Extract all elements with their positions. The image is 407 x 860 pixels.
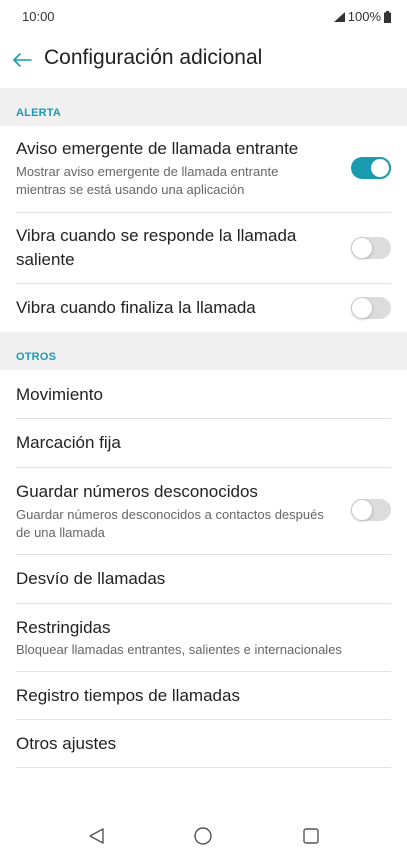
vibrate-end-toggle[interactable] bbox=[351, 297, 391, 319]
nav-recents-button[interactable] bbox=[293, 818, 329, 854]
circle-home-icon bbox=[194, 827, 212, 845]
status-indicators: 100% bbox=[333, 9, 391, 24]
setting-subtitle: Mostrar aviso emergente de llamada entra… bbox=[16, 164, 279, 197]
setting-otros-ajustes[interactable]: Otros ajustes bbox=[0, 720, 407, 768]
setting-desvio-llamadas[interactable]: Desvío de llamadas bbox=[0, 555, 407, 603]
setting-title: Restringidas bbox=[16, 618, 111, 637]
section-title-otros: OTROS bbox=[16, 351, 57, 363]
incoming-popup-toggle[interactable] bbox=[351, 157, 391, 179]
divider bbox=[16, 767, 391, 768]
arrow-left-icon bbox=[13, 53, 32, 67]
status-time: 10:00 bbox=[22, 9, 55, 24]
toggle-knob bbox=[369, 157, 391, 179]
setting-title: Guardar números desconocidos bbox=[16, 482, 258, 501]
setting-marcacion-fija[interactable]: Marcación fija bbox=[0, 419, 407, 467]
toggle-knob bbox=[351, 297, 373, 319]
setting-title: Vibra cuando finaliza la llamada bbox=[16, 298, 256, 317]
setting-title: Desvío de llamadas bbox=[16, 569, 166, 588]
app-bar: Configuración adicional bbox=[0, 32, 407, 88]
square-recents-icon bbox=[303, 828, 319, 844]
setting-incoming-call-popup[interactable]: Aviso emergente de llamada entrante Most… bbox=[0, 126, 407, 212]
battery-icon bbox=[384, 10, 391, 23]
setting-restringidas[interactable]: Restringidas Bloquear llamadas entrantes… bbox=[0, 604, 407, 671]
setting-registro-tiempos[interactable]: Registro tiempos de llamadas bbox=[0, 672, 407, 720]
section-title-alerta: ALERTA bbox=[16, 107, 61, 119]
page-title: Configuración adicional bbox=[44, 46, 263, 69]
setting-title: Marcación fija bbox=[16, 433, 121, 452]
battery-level: 100% bbox=[347, 9, 381, 24]
vibrate-answered-toggle[interactable] bbox=[351, 237, 391, 259]
section-header-otros: OTROS bbox=[0, 332, 407, 370]
setting-title: Registro tiempos de llamadas bbox=[16, 686, 240, 705]
setting-title: Otros ajustes bbox=[16, 734, 117, 753]
section-header-alerta: ALERTA bbox=[0, 88, 407, 126]
status-bar: 10:00 100% bbox=[0, 0, 407, 32]
navigation-bar bbox=[0, 808, 407, 860]
triangle-back-icon bbox=[89, 828, 104, 844]
save-unknown-toggle[interactable] bbox=[351, 499, 391, 521]
nav-back-button[interactable] bbox=[78, 818, 114, 854]
setting-title: Movimiento bbox=[16, 385, 103, 404]
setting-subtitle: Guardar números desconocidos a contactos… bbox=[16, 507, 324, 540]
setting-vibrate-outgoing-answered[interactable]: Vibra cuando se responde la llamada sali… bbox=[0, 213, 407, 283]
setting-save-unknown-numbers[interactable]: Guardar números desconocidos Guardar núm… bbox=[0, 468, 407, 554]
signal-icon bbox=[333, 11, 345, 22]
setting-movimiento[interactable]: Movimiento bbox=[0, 370, 407, 418]
setting-title: Aviso emergente de llamada entrante bbox=[16, 139, 299, 158]
toggle-knob bbox=[351, 237, 373, 259]
nav-home-button[interactable] bbox=[185, 818, 221, 854]
setting-title: Vibra cuando se responde la llamada sali… bbox=[16, 226, 297, 269]
setting-vibrate-call-end[interactable]: Vibra cuando finaliza la llamada bbox=[0, 284, 407, 332]
back-button[interactable] bbox=[8, 46, 36, 74]
setting-subtitle: Bloquear llamadas entrantes, salientes e… bbox=[16, 642, 342, 657]
toggle-knob bbox=[351, 499, 373, 521]
